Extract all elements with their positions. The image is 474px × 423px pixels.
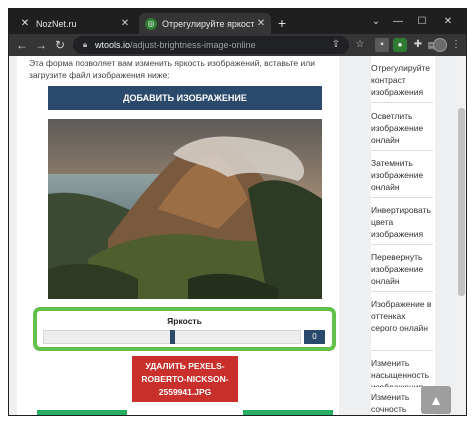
scrollbar-thumb[interactable]: [458, 108, 465, 296]
intro-text: Эта форма позволяет вам изменить яркость…: [29, 58, 315, 80]
tab-close-icon[interactable]: ✕: [254, 18, 268, 29]
browser-toolbar: ← → ↻ 🔒︎ wtools.io/adjust-brightness-ima…: [9, 34, 466, 56]
sidebar-item-darken[interactable]: Затемнить изображение онлайн: [371, 153, 433, 198]
page-viewport: Эта форма позволяет вам изменить яркость…: [9, 56, 466, 415]
chevron-down-icon[interactable]: ⌄: [365, 13, 387, 31]
tab-strip: ✕ NozNet.ru ✕ ◎ Отрегулируйте яркость из…: [9, 9, 466, 34]
sidebar-item-grayscale[interactable]: Изображение в оттенках серого онлайн: [371, 294, 433, 351]
tab-close-icon[interactable]: ✕: [118, 18, 132, 29]
reload-icon[interactable]: ↻: [52, 37, 68, 53]
delete-button-line: 2559941.JPG: [158, 387, 212, 397]
noznet-favicon-icon: ✕: [20, 18, 30, 29]
back-arrow-icon[interactable]: ←: [14, 37, 30, 53]
menu-icon[interactable]: ⋮: [449, 38, 463, 52]
address-bar[interactable]: 🔒︎ wtools.io/adjust-brightness-image-onl…: [73, 36, 349, 54]
delete-button-line: ROBERTO-NICKSON-: [141, 374, 229, 384]
wtools-favicon-icon: ◎: [145, 17, 157, 30]
maximize-icon[interactable]: ☐: [411, 13, 433, 31]
delete-image-button[interactable]: УДАЛИТЬ PEXELS- ROBERTO-NICKSON- 2559941…: [132, 356, 238, 402]
extension-icon[interactable]: ▪: [375, 38, 389, 52]
tab-wtools[interactable]: ◎ Отрегулируйте яркость изобра ✕: [139, 13, 271, 34]
slider-value: 0: [304, 330, 325, 344]
close-icon[interactable]: ✕: [437, 13, 459, 31]
preview-image: [48, 119, 322, 299]
tab-title: NozNet.ru: [36, 18, 77, 29]
tab-noznet[interactable]: ✕ NozNet.ru ✕: [13, 13, 135, 34]
share-icon[interactable]: ⇪: [329, 38, 343, 52]
url-text: wtools.io/adjust-brightness-image-online: [95, 40, 256, 50]
sidebar: Отрегулируйте контраст изображения Освет…: [347, 56, 457, 415]
download-button[interactable]: [243, 410, 333, 415]
arrow-up-icon: ▲: [429, 392, 443, 408]
minimize-icon[interactable]: —: [387, 13, 409, 31]
sidebar-item-invert[interactable]: Инвертировать цвета изображения: [371, 200, 433, 245]
brightness-slider-thumb[interactable]: [169, 330, 175, 344]
sidebar-item-contrast[interactable]: Отрегулируйте контраст изображения: [371, 58, 433, 103]
slider-label: Яркость: [167, 316, 202, 326]
extension-green-icon[interactable]: ●: [393, 38, 407, 52]
avatar[interactable]: [433, 38, 447, 52]
new-tab-button[interactable]: +: [274, 15, 290, 31]
star-icon[interactable]: ☆: [353, 38, 367, 52]
sidebar-item-brighten[interactable]: Осветлить изображение онлайн: [371, 106, 433, 151]
scroll-to-top-button[interactable]: ▲: [421, 386, 451, 414]
puzzle-icon[interactable]: ✚: [411, 38, 425, 52]
lock-icon: 🔒︎: [82, 40, 88, 49]
brightness-slider-panel: Яркость 0: [33, 307, 336, 351]
download-button[interactable]: [37, 410, 127, 415]
tab-title: Отрегулируйте яркость изобра: [162, 18, 254, 29]
sidebar-item-flip[interactable]: Перевернуть изображение онлайн: [371, 247, 433, 292]
browser-window: ✕ NozNet.ru ✕ ◎ Отрегулируйте яркость из…: [8, 8, 467, 416]
main-content: Эта форма позволяет вам изменить яркость…: [17, 56, 339, 415]
delete-button-line: УДАЛИТЬ PEXELS-: [145, 361, 225, 371]
forward-arrow-icon[interactable]: →: [33, 37, 49, 53]
add-image-button[interactable]: ДОБАВИТЬ ИЗОБРАЖЕНИЕ: [48, 86, 322, 110]
